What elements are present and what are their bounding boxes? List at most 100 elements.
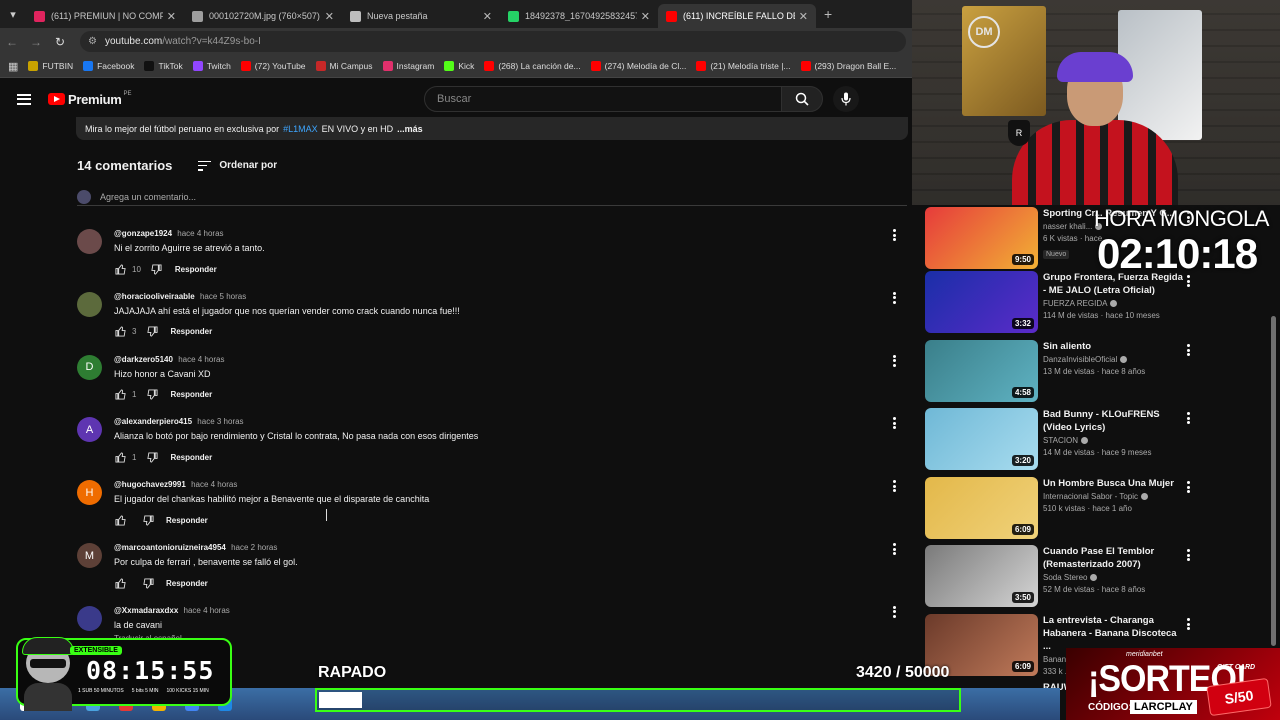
like-icon[interactable] xyxy=(114,514,126,526)
bookmark-item[interactable]: Mi Campus xyxy=(315,61,373,71)
like-icon[interactable] xyxy=(114,326,126,338)
sidebar-scrollbar[interactable] xyxy=(1271,316,1276,646)
video-title[interactable]: Bad Bunny - KLOuFRENS (Video Lyrics) xyxy=(1043,408,1183,434)
like-icon[interactable] xyxy=(114,451,126,463)
comment-time[interactable]: hace 4 horas xyxy=(184,606,230,615)
youtube-logo[interactable]: Premium PE xyxy=(48,91,132,107)
menu-icon[interactable] xyxy=(17,93,31,105)
video-thumbnail[interactable]: 3:32 xyxy=(925,271,1038,333)
back-icon[interactable]: ← xyxy=(0,35,24,49)
search-input[interactable]: Buscar xyxy=(424,86,782,112)
like-icon[interactable] xyxy=(114,263,126,275)
video-more-icon[interactable] xyxy=(1187,344,1191,356)
apps-grid-icon[interactable]: ▦ xyxy=(8,60,18,73)
dislike-icon[interactable] xyxy=(142,577,154,589)
show-more-link[interactable]: ...más xyxy=(397,124,423,134)
close-tab-icon[interactable]: ✕ xyxy=(325,10,334,23)
comment-time[interactable]: hace 5 horas xyxy=(200,292,246,301)
comment-author[interactable]: @darkzero5140 xyxy=(114,355,173,364)
add-comment-field[interactable]: Agrega un comentario... xyxy=(77,189,907,206)
avatar[interactable] xyxy=(77,605,102,631)
bookmark-item[interactable]: Kick xyxy=(444,61,474,71)
comment-author[interactable]: @horaciooliveiraable xyxy=(114,292,195,301)
channel-name[interactable]: DanzaInvisibleOficial xyxy=(1043,355,1183,364)
avatar[interactable]: M xyxy=(77,543,102,568)
reload-icon[interactable]: ↻ xyxy=(48,35,72,49)
avatar[interactable]: H xyxy=(77,480,102,506)
dislike-icon[interactable] xyxy=(151,263,163,275)
related-video[interactable]: 4:58 Sin aliento DanzaInvisibleOficial 1… xyxy=(925,340,1280,402)
site-info-icon[interactable]: ⚙ xyxy=(88,36,97,47)
video-thumbnail[interactable]: 6:09 xyxy=(925,477,1038,539)
dislike-icon[interactable] xyxy=(142,514,154,526)
channel-name[interactable]: Internacional Sabor - Topic xyxy=(1043,492,1183,501)
comment-author[interactable]: @Xxmadaraxdxx xyxy=(114,606,178,615)
bookmark-item[interactable]: Twitch xyxy=(192,61,231,71)
comment-more-icon[interactable] xyxy=(893,354,897,367)
forward-icon[interactable]: → xyxy=(24,35,48,49)
related-video[interactable]: 6:09 Un Hombre Busca Una Mujer Internaci… xyxy=(925,477,1280,539)
comment-author[interactable]: @marcoantonioruizneira4954 xyxy=(114,543,226,552)
avatar[interactable] xyxy=(77,291,102,317)
bookmark-item[interactable]: TikTok xyxy=(144,61,183,71)
reply-button[interactable]: Responder xyxy=(166,579,208,588)
browser-tab[interactable]: Nueva pestaña ✕ xyxy=(342,4,500,28)
like-icon[interactable] xyxy=(114,389,126,401)
browser-tab[interactable]: 18492378_1670492583245718... ✕ xyxy=(500,4,658,28)
new-tab-button[interactable]: + xyxy=(824,6,832,22)
related-video[interactable]: 3:50 Cuando Pase El Temblor (Remasteriza… xyxy=(925,545,1280,607)
video-thumbnail[interactable]: 4:58 xyxy=(925,340,1038,402)
comment-more-icon[interactable] xyxy=(893,543,897,555)
bookmark-item[interactable]: (72) YouTube xyxy=(240,61,306,71)
video-title[interactable]: Sin aliento xyxy=(1043,340,1183,353)
close-tab-icon[interactable]: ✕ xyxy=(799,10,808,23)
channel-name[interactable]: FUERZA REGIDA xyxy=(1043,299,1183,308)
reply-button[interactable]: Responder xyxy=(175,265,217,274)
dislike-icon[interactable] xyxy=(146,326,158,338)
video-more-icon[interactable] xyxy=(1187,618,1191,630)
related-video[interactable]: 3:32 Grupo Frontera, Fuerza Regida - ME … xyxy=(925,271,1280,333)
comment-more-icon[interactable] xyxy=(893,480,897,493)
comment-author[interactable]: @alexanderpiero415 xyxy=(114,417,192,426)
comment-time[interactable]: hace 4 horas xyxy=(177,229,223,238)
bookmark-item[interactable]: FUTBIN xyxy=(28,61,73,71)
comment-time[interactable]: hace 4 horas xyxy=(191,480,237,489)
comment-more-icon[interactable] xyxy=(893,417,897,430)
video-thumbnail[interactable]: 3:20 xyxy=(925,408,1038,470)
comment-time[interactable]: hace 4 horas xyxy=(178,355,224,364)
browser-tab[interactable]: 000102720M.jpg (760×507) ✕ xyxy=(184,4,342,28)
bookmark-item[interactable]: (293) Dragon Ball E... xyxy=(800,61,896,71)
avatar[interactable]: D xyxy=(77,354,102,380)
tab-search-icon[interactable]: ▾ xyxy=(0,0,26,28)
dislike-icon[interactable] xyxy=(146,451,158,463)
close-tab-icon[interactable]: ✕ xyxy=(483,10,492,23)
related-video[interactable]: 3:20 Bad Bunny - KLOuFRENS (Video Lyrics… xyxy=(925,408,1280,470)
reply-button[interactable]: Responder xyxy=(166,516,208,525)
like-icon[interactable] xyxy=(114,577,126,589)
comment-author[interactable]: @hugochavez9991 xyxy=(114,480,186,489)
video-thumbnail[interactable]: 9:50 xyxy=(925,207,1038,269)
reply-button[interactable]: Responder xyxy=(170,453,212,462)
comment-time[interactable]: hace 2 horas xyxy=(231,543,277,552)
video-title[interactable]: Cuando Pase El Temblor (Remasterizado 20… xyxy=(1043,545,1183,571)
sort-button[interactable]: Ordenar por xyxy=(198,160,277,171)
channel-name[interactable]: STACION xyxy=(1043,436,1183,445)
comment-more-icon[interactable] xyxy=(893,291,897,304)
url-field[interactable]: ⚙ youtube.com /watch?v=k44Z9s-bo-I xyxy=(80,31,906,52)
avatar[interactable] xyxy=(77,229,102,254)
reply-button[interactable]: Responder xyxy=(170,390,212,399)
close-tab-icon[interactable]: ✕ xyxy=(167,10,176,23)
video-title[interactable]: Un Hombre Busca Una Mujer xyxy=(1043,477,1183,490)
comment-author[interactable]: @gonzape1924 xyxy=(114,229,172,238)
bookmark-item[interactable]: (21) Melodía triste |... xyxy=(696,61,791,71)
description-box[interactable]: Mira lo mejor del fútbol peruano en excl… xyxy=(76,117,908,140)
avatar[interactable]: A xyxy=(77,417,102,443)
browser-tab[interactable]: (611) PREMIUN | NO COMPART ✕ xyxy=(26,4,184,28)
close-tab-icon[interactable]: ✕ xyxy=(641,10,650,23)
browser-tab[interactable]: (611) INCREÍBLE FALLO DE BEN ✕ xyxy=(658,4,816,28)
bookmark-item[interactable]: Facebook xyxy=(83,61,134,71)
bookmark-item[interactable]: (268) La canción de... xyxy=(484,61,581,71)
comment-more-icon[interactable] xyxy=(893,229,897,241)
video-thumbnail[interactable]: 3:50 xyxy=(925,545,1038,607)
bookmark-item[interactable]: Instagram xyxy=(382,61,434,71)
